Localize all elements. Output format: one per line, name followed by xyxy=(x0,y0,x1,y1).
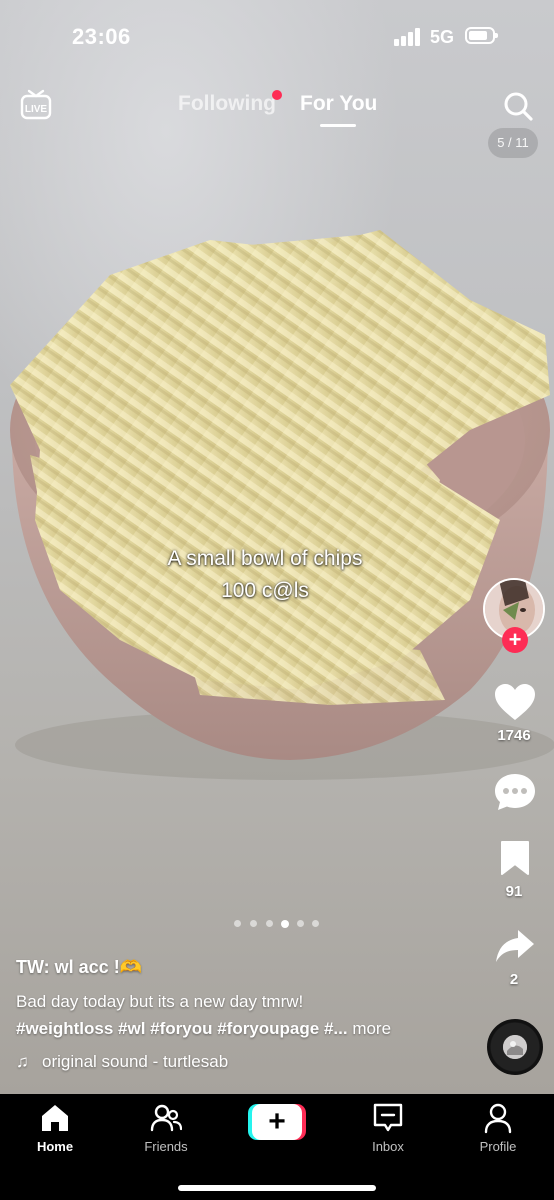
follow-plus-button[interactable]: + xyxy=(502,627,528,653)
signal-icon xyxy=(394,28,422,46)
tab-for-you[interactable]: For You xyxy=(300,92,377,116)
overlay-text-line-2: 100 c@ls xyxy=(221,579,309,602)
following-notification-dot xyxy=(272,90,282,100)
search-icon[interactable] xyxy=(502,90,534,122)
sound-disc-icon[interactable] xyxy=(487,1019,543,1075)
carousel-dot xyxy=(234,920,241,927)
carousel-dot xyxy=(266,920,273,927)
nav-profile[interactable]: Profile xyxy=(453,1102,543,1154)
carousel-dot-active xyxy=(281,919,289,928)
photo-page-counter: 5 / 11 xyxy=(488,128,538,158)
bookmark-count: 91 xyxy=(505,883,523,900)
nav-inbox[interactable]: Inbox xyxy=(343,1102,433,1154)
sound-row[interactable]: ♫ original sound - turtlesab xyxy=(16,1052,228,1072)
bookmark-icon[interactable] xyxy=(499,840,531,881)
video-overlay-text: A small bowl of chips 100 c@ls xyxy=(100,543,430,607)
home-icon xyxy=(42,1105,68,1131)
like-count: 1746 xyxy=(497,727,531,744)
heart-icon[interactable] xyxy=(494,683,536,726)
nav-home-label: Home xyxy=(36,1139,74,1154)
music-note-icon: ♫ xyxy=(16,1052,29,1071)
create-plus-icon: + xyxy=(252,1104,302,1140)
sound-name: original sound - turtlesab xyxy=(42,1052,229,1071)
create-button[interactable]: + xyxy=(248,1104,306,1140)
network-type: 5G xyxy=(430,27,455,47)
carousel-dot xyxy=(312,920,319,927)
overlay-text-line-1: A small bowl of chips xyxy=(167,547,363,570)
nav-profile-label: Profile xyxy=(479,1139,517,1154)
share-count: 2 xyxy=(509,971,519,988)
carousel-dot xyxy=(250,920,257,927)
share-icon[interactable] xyxy=(494,928,536,969)
profile-icon xyxy=(484,1103,512,1134)
sound-disc-cover xyxy=(503,1035,527,1059)
feed-tabs: Following For You xyxy=(0,90,554,130)
creator-username[interactable]: TW: wl acc !🫶 xyxy=(16,957,142,978)
caption-hashtags-line: #weightloss #wl #foryou #foryoupage #...… xyxy=(16,1019,391,1039)
home-indicator xyxy=(178,1185,376,1191)
nav-inbox-label: Inbox xyxy=(372,1139,404,1154)
tab-following[interactable]: Following xyxy=(178,92,276,116)
nav-home[interactable]: Home xyxy=(10,1102,100,1154)
caption-description: Bad day today but its a new day tmrw! xyxy=(16,992,304,1011)
caption-hashtags[interactable]: #weightloss #wl #foryou #foryoupage #... xyxy=(16,1019,348,1038)
status-bar: 23:06 5G xyxy=(0,0,554,76)
carousel-dot xyxy=(297,920,304,927)
caption-more-link[interactable]: more xyxy=(352,1019,391,1038)
friends-icon xyxy=(150,1104,182,1132)
comment-icon[interactable] xyxy=(493,772,537,817)
battery-icon xyxy=(465,27,498,44)
nav-friends[interactable]: Friends xyxy=(121,1102,211,1154)
status-time: 23:06 xyxy=(72,24,131,49)
nav-friends-label: Friends xyxy=(144,1139,188,1154)
inbox-icon xyxy=(373,1103,403,1132)
active-tab-indicator xyxy=(320,124,356,127)
